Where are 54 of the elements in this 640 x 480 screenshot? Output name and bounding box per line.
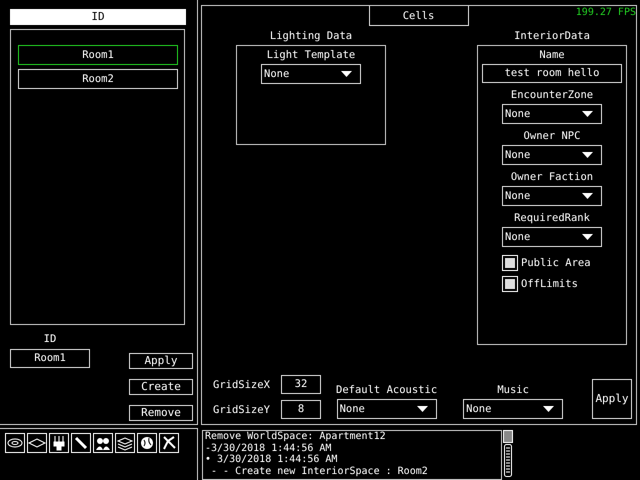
field-label: Owner Faction (510, 171, 594, 183)
log-line: - - Create new InteriorSpace : Room2 (210, 466, 429, 477)
room-item[interactable]: Room1 (18, 45, 178, 65)
cells-tab[interactable]: Cells (368, 6, 468, 26)
caret-icon (341, 71, 352, 77)
caret-icon (582, 193, 593, 199)
log-line: -3/30/2018 1:44:56 AM (205, 442, 332, 454)
section-title: InteriorData (514, 30, 590, 42)
id-header: ID (10, 9, 186, 25)
action-button[interactable]: Remove (129, 405, 193, 421)
field-label: GridSizeX (213, 378, 271, 390)
action-button[interactable]: Apply (129, 353, 193, 369)
eye-icon[interactable] (5, 433, 25, 453)
field-label: Owner NPC (524, 130, 580, 142)
field-label: Default Acoustic (336, 384, 438, 396)
checkbox[interactable] (502, 255, 518, 271)
dropdown[interactable]: None (502, 186, 602, 206)
dropdown[interactable]: None (502, 227, 602, 247)
log-line: Remove WorldSpace: Apartment12 (205, 431, 387, 442)
field-label: RequiredRank (514, 212, 590, 224)
caret-icon (416, 406, 428, 412)
caret-icon (582, 234, 593, 240)
room-item[interactable]: Room2 (18, 69, 178, 89)
field-label: GridSizeY (213, 404, 271, 416)
section-title: Lighting Data (270, 30, 352, 42)
grid-y-field[interactable]: 8 (281, 400, 321, 419)
checkbox-label: Public Area (521, 257, 591, 269)
dropdown[interactable]: None (336, 399, 437, 419)
log-line: • 3/30/2018 1:44:56 AM (205, 454, 338, 466)
field-label: Name (539, 49, 565, 61)
pencil-icon[interactable] (71, 433, 91, 453)
id-label: ID (44, 333, 56, 345)
caret-icon (543, 406, 554, 412)
action-button[interactable]: Create (129, 379, 193, 395)
caret-icon (582, 152, 593, 158)
grid-x-field[interactable]: 32 (281, 375, 321, 394)
dropdown[interactable]: None (261, 64, 361, 84)
field-label: Light Template (266, 49, 356, 61)
field-label: Music (497, 384, 529, 396)
apply-button[interactable]: Apply (592, 379, 632, 419)
dropdown[interactable]: None (463, 399, 564, 419)
scrollbar[interactable] (503, 430, 513, 478)
dropdown[interactable]: None (502, 145, 602, 165)
layers-icon[interactable] (115, 433, 135, 453)
people-icon[interactable] (93, 433, 113, 453)
field-label: EncounterZone (510, 89, 594, 101)
id-field[interactable]: Room1 (10, 349, 90, 368)
checkbox-label: OffLimits (521, 278, 578, 290)
dropdown[interactable]: None (502, 104, 602, 124)
checkbox[interactable] (502, 276, 518, 292)
name-field[interactable]: test room hello (482, 64, 622, 83)
fps-counter: 199.27 FPS (576, 7, 636, 18)
caret-icon (582, 111, 593, 117)
plug-icon[interactable] (49, 433, 69, 453)
